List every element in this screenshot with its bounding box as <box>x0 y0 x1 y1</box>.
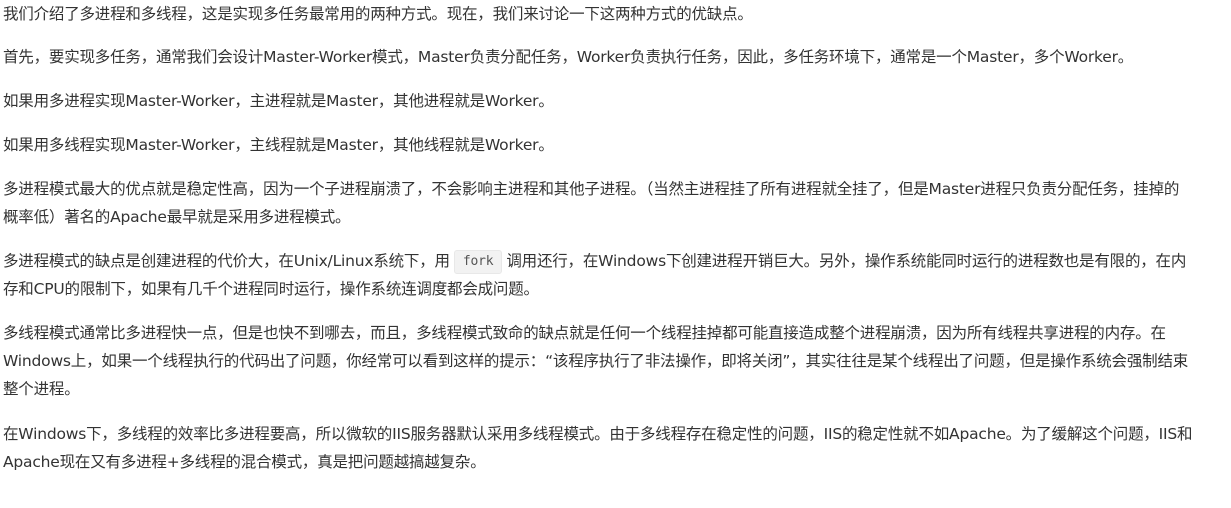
paragraph-windows-iis: 在Windows下，多线程的效率比多进程要高，所以微软的IIS服务器默认采用多线… <box>3 425 1193 471</box>
paragraph-master-worker: 首先，要实现多任务，通常我们会设计Master-Worker模式，Master负… <box>3 48 1134 66</box>
paragraph-multithread-impl: 如果用多线程实现Master-Worker，主线程就是Master，其他线程就是… <box>3 136 554 154</box>
paragraph-text: 多进程模式的缺点是创建进程的代价大，在Unix/Linux系统下，用 <box>3 252 450 270</box>
inline-code-fork: fork <box>453 250 503 274</box>
article-body: 我们介绍了多进程和多线程，这是实现多任务最常用的两种方式。现在，我们来讨论一下这… <box>0 0 1231 508</box>
paragraph-multithread-cons: 多线程模式通常比多进程快一点，但是也快不到哪去，而且，多线程模式致命的缺点就是任… <box>3 324 1189 398</box>
paragraph-intro: 我们介绍了多进程和多线程，这是实现多任务最常用的两种方式。现在，我们来讨论一下这… <box>3 5 753 23</box>
paragraph-multiprocess-impl: 如果用多进程实现Master-Worker，主进程就是Master，其他进程就是… <box>3 92 554 110</box>
paragraph-multiprocess-pros: 多进程模式最大的优点就是稳定性高，因为一个子进程崩溃了，不会影响主进程和其他子进… <box>3 180 1180 226</box>
paragraph-multiprocess-cons: 多进程模式的缺点是创建进程的代价大，在Unix/Linux系统下，用 fork 调用… <box>3 247 1193 303</box>
